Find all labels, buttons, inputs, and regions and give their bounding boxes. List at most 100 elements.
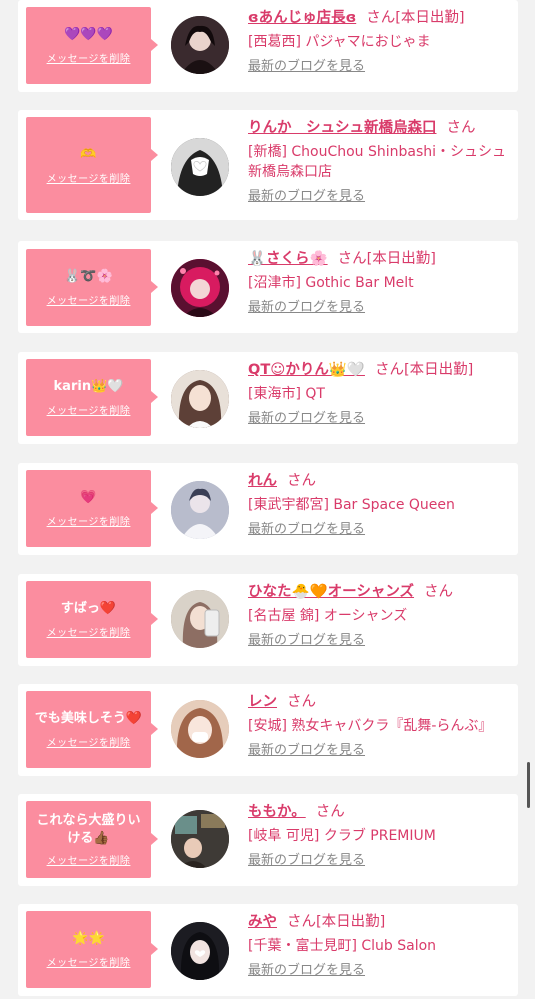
shop-label: [西葛西] パジャマにおじゃま bbox=[248, 34, 431, 50]
latest-blog-link[interactable]: 最新のブログを見る bbox=[248, 411, 514, 427]
avatar[interactable] bbox=[171, 922, 229, 980]
message-text: karin👑🤍 bbox=[53, 379, 124, 394]
message-text: すばっ❤️ bbox=[60, 601, 117, 616]
shop-label: [新橋] ChouChou Shinbashi・シュシュ新橋烏森口店 bbox=[248, 144, 507, 180]
portrait-icon bbox=[171, 590, 229, 648]
latest-blog-link[interactable]: 最新のブログを見る bbox=[248, 59, 514, 75]
entry-info: みや さん[本日出勤] [千葉・富士見町] Club Salon 最新のブログを見… bbox=[248, 912, 514, 979]
latest-blog-link[interactable]: 最新のブログを見る bbox=[248, 853, 514, 869]
cast-name-link[interactable]: みや bbox=[248, 914, 277, 930]
name-line: 🐰さくら🌸 さん[本日出勤] bbox=[248, 249, 514, 269]
status-badge: [本日出勤] bbox=[395, 10, 465, 26]
honorific: さん bbox=[337, 251, 367, 267]
honorific: さん bbox=[287, 694, 316, 710]
delete-message-link[interactable]: メッセージを削除 bbox=[47, 170, 131, 185]
cast-name-link[interactable]: QT☺︎かりん👑🤍 bbox=[248, 362, 365, 378]
message-bubble: でも美味しそう❤️ メッセージを削除 bbox=[26, 691, 158, 768]
latest-blog-link[interactable]: 最新のブログを見る bbox=[248, 743, 514, 759]
entry-info: 🐰さくら🌸 さん[本日出勤] [沼津市] Gothic Bar Melt 最新のブ… bbox=[248, 249, 514, 316]
vertical-scrollbar[interactable] bbox=[527, 762, 530, 808]
entry-info: QT☺︎かりん👑🤍 さん[本日出勤] [東海市] QT 最新のブログを見る bbox=[248, 360, 514, 427]
message-text: 💗 bbox=[80, 490, 97, 505]
delete-message-link[interactable]: メッセージを削除 bbox=[47, 734, 131, 749]
message-card: 💗 メッセージを削除 れん さん [東武宇都宮] Bar Space Queen … bbox=[18, 463, 518, 555]
shop-label: [名古屋 錦] オーシャンズ bbox=[248, 608, 408, 624]
portrait-icon bbox=[171, 700, 229, 758]
avatar[interactable] bbox=[171, 16, 229, 74]
entry-info: ɞあんじゅ店長ɞ さん[本日出勤] [西葛西] パジャマにおじゃま 最新のブログを… bbox=[248, 8, 514, 75]
delete-message-link[interactable]: メッセージを削除 bbox=[47, 50, 131, 65]
message-card: 🫶 メッセージを削除 りんか シュシュ新橋烏森口 さん [新橋] ChouChou… bbox=[18, 110, 518, 220]
message-text: 🐰➰🌸 bbox=[64, 269, 113, 284]
cast-name-link[interactable]: レン bbox=[248, 694, 277, 710]
avatar[interactable] bbox=[171, 481, 229, 539]
delete-message-link[interactable]: メッセージを削除 bbox=[47, 624, 131, 639]
shop-label: [東海市] QT bbox=[248, 386, 325, 402]
name-line: QT☺︎かりん👑🤍 さん[本日出勤] bbox=[248, 360, 514, 380]
name-line: れん さん bbox=[248, 471, 514, 491]
avatar[interactable] bbox=[171, 700, 229, 758]
shop-label: [千葉・富士見町] Club Salon bbox=[248, 938, 437, 954]
delete-message-link[interactable]: メッセージを削除 bbox=[47, 402, 131, 417]
avatar[interactable] bbox=[171, 810, 229, 868]
shop-label: [東武宇都宮] Bar Space Queen bbox=[248, 497, 455, 513]
message-bubble: 💜💜💜 メッセージを削除 bbox=[26, 7, 158, 84]
cast-name-link[interactable]: りんか シュシュ新橋烏森口 bbox=[248, 120, 437, 136]
avatar[interactable] bbox=[171, 259, 229, 317]
honorific: さん bbox=[315, 804, 345, 820]
latest-blog-link[interactable]: 最新のブログを見る bbox=[248, 522, 514, 538]
message-text: 🫶 bbox=[80, 146, 97, 162]
avatar[interactable] bbox=[171, 590, 229, 648]
name-line: ɞあんじゅ店長ɞ さん[本日出勤] bbox=[248, 8, 514, 28]
entry-info: れん さん [東武宇都宮] Bar Space Queen 最新のブログを見る bbox=[248, 471, 514, 538]
message-bubble: 🫶 メッセージを削除 bbox=[26, 117, 158, 213]
name-line: ももか。 さん bbox=[248, 802, 514, 822]
portrait-icon bbox=[171, 16, 229, 74]
name-line: レン さん bbox=[248, 692, 514, 712]
cast-name-link[interactable]: ひなた🐣🧡オーシャンズ bbox=[248, 584, 414, 600]
message-card: すばっ❤️ メッセージを削除 ひなた🐣🧡オーシャンズ さん [名古屋 錦] オーシ… bbox=[18, 574, 518, 666]
avatar[interactable] bbox=[171, 370, 229, 428]
message-bubble: 💗 メッセージを削除 bbox=[26, 470, 158, 547]
latest-blog-link[interactable]: 最新のブログを見る bbox=[248, 189, 514, 205]
entry-info: ひなた🐣🧡オーシャンズ さん [名古屋 錦] オーシャンズ 最新のブログを見る bbox=[248, 582, 514, 649]
latest-blog-link[interactable]: 最新のブログを見る bbox=[248, 963, 514, 979]
message-card: 🌟🌟 メッセージを削除 みや さん[本日出勤] [千葉・富士見町] Club Sa… bbox=[18, 904, 518, 996]
latest-blog-link[interactable]: 最新のブログを見る bbox=[248, 633, 514, 649]
honorific: さん bbox=[446, 120, 476, 136]
message-text: でも美味しそう❤️ bbox=[34, 711, 143, 726]
shop-label: [沼津市] Gothic Bar Melt bbox=[248, 275, 414, 291]
portrait-icon bbox=[171, 481, 229, 539]
delete-message-link[interactable]: メッセージを削除 bbox=[47, 954, 131, 969]
status-badge: [本日出勤] bbox=[316, 914, 386, 930]
entry-info: レン さん [安城] 熟女キャバクラ『乱舞-らんぶ』 最新のブログを見る bbox=[248, 692, 514, 759]
message-bubble: karin👑🤍 メッセージを削除 bbox=[26, 359, 158, 436]
latest-blog-link[interactable]: 最新のブログを見る bbox=[248, 300, 514, 316]
message-card: 🐰➰🌸 メッセージを削除 🐰さくら🌸 さん[本日出勤] [沼津市] Gothic … bbox=[18, 241, 518, 333]
message-card: これなら大盛りいける👍🏾 メッセージを削除 ももか。 さん [岐阜 可児] クラブ… bbox=[18, 794, 518, 886]
name-line: ひなた🐣🧡オーシャンズ さん bbox=[248, 582, 514, 602]
shop-label: [岐阜 可児] クラブ PREMIUM bbox=[248, 828, 436, 844]
delete-message-link[interactable]: メッセージを削除 bbox=[47, 513, 131, 528]
cast-name-link[interactable]: ももか。 bbox=[248, 804, 306, 820]
avatar[interactable] bbox=[171, 138, 229, 196]
status-badge: [本日出勤] bbox=[366, 251, 436, 267]
cast-name-link[interactable]: れん bbox=[248, 473, 277, 489]
message-bubble: 🌟🌟 メッセージを削除 bbox=[26, 911, 158, 988]
entry-info: りんか シュシュ新橋烏森口 さん [新橋] ChouChou Shinbashi・… bbox=[248, 118, 514, 205]
cast-name-link[interactable]: ɞあんじゅ店長ɞ bbox=[248, 10, 356, 26]
message-bubble: 🐰➰🌸 メッセージを削除 bbox=[26, 249, 158, 326]
message-text: 🌟🌟 bbox=[72, 931, 105, 946]
delete-message-link[interactable]: メッセージを削除 bbox=[47, 292, 131, 307]
name-line: りんか シュシュ新橋烏森口 さん bbox=[248, 118, 514, 138]
honorific: さん bbox=[424, 584, 454, 600]
message-card: karin👑🤍 メッセージを削除 QT☺︎かりん👑🤍 さん[本日出勤] [東海市]… bbox=[18, 352, 518, 444]
status-badge: [本日出勤] bbox=[403, 362, 474, 378]
delete-message-link[interactable]: メッセージを削除 bbox=[47, 852, 131, 867]
message-text: これなら大盛りいける👍🏾 bbox=[36, 813, 141, 846]
name-line: みや さん[本日出勤] bbox=[248, 912, 514, 932]
honorific: さん bbox=[374, 362, 404, 378]
cast-name-link[interactable]: 🐰さくら🌸 bbox=[248, 251, 328, 267]
entry-info: ももか。 さん [岐阜 可児] クラブ PREMIUM 最新のブログを見る bbox=[248, 802, 514, 869]
message-bubble: これなら大盛りいける👍🏾 メッセージを削除 bbox=[26, 801, 158, 878]
